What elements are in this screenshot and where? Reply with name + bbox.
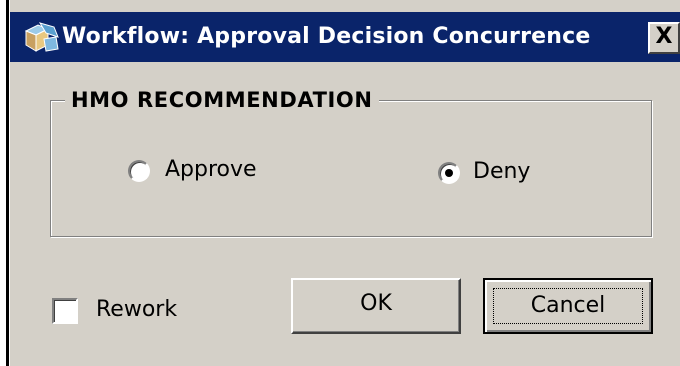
cancel-button[interactable]: Cancel: [483, 278, 653, 334]
approve-radio[interactable]: [128, 160, 150, 182]
workflow-app-icon: [24, 22, 59, 52]
ok-button-label: OK: [360, 291, 392, 316]
rework-label[interactable]: Rework: [96, 296, 177, 324]
deny-radio[interactable]: [438, 162, 460, 184]
close-icon: X: [655, 24, 673, 49]
window-left-edge: [0, 0, 10, 366]
deny-label[interactable]: Deny: [473, 158, 530, 186]
window-border-line: [6, 0, 9, 366]
close-button[interactable]: X: [648, 22, 680, 54]
cancel-button-label: Cancel: [530, 293, 606, 318]
focus-rectangle: Cancel: [493, 288, 643, 324]
ok-button[interactable]: OK: [291, 278, 461, 334]
group-legend: HMO RECOMMENDATION: [65, 86, 379, 114]
radio-selected-dot: [445, 169, 453, 177]
window-title: Workflow: Approval Decision Concurrence: [62, 24, 591, 49]
rework-checkbox[interactable]: [52, 298, 78, 324]
dialog-window: Workflow: Approval Decision Concurrence …: [0, 0, 680, 366]
title-bar[interactable]: Workflow: Approval Decision Concurrence …: [10, 12, 680, 62]
approve-label[interactable]: Approve: [165, 156, 257, 184]
